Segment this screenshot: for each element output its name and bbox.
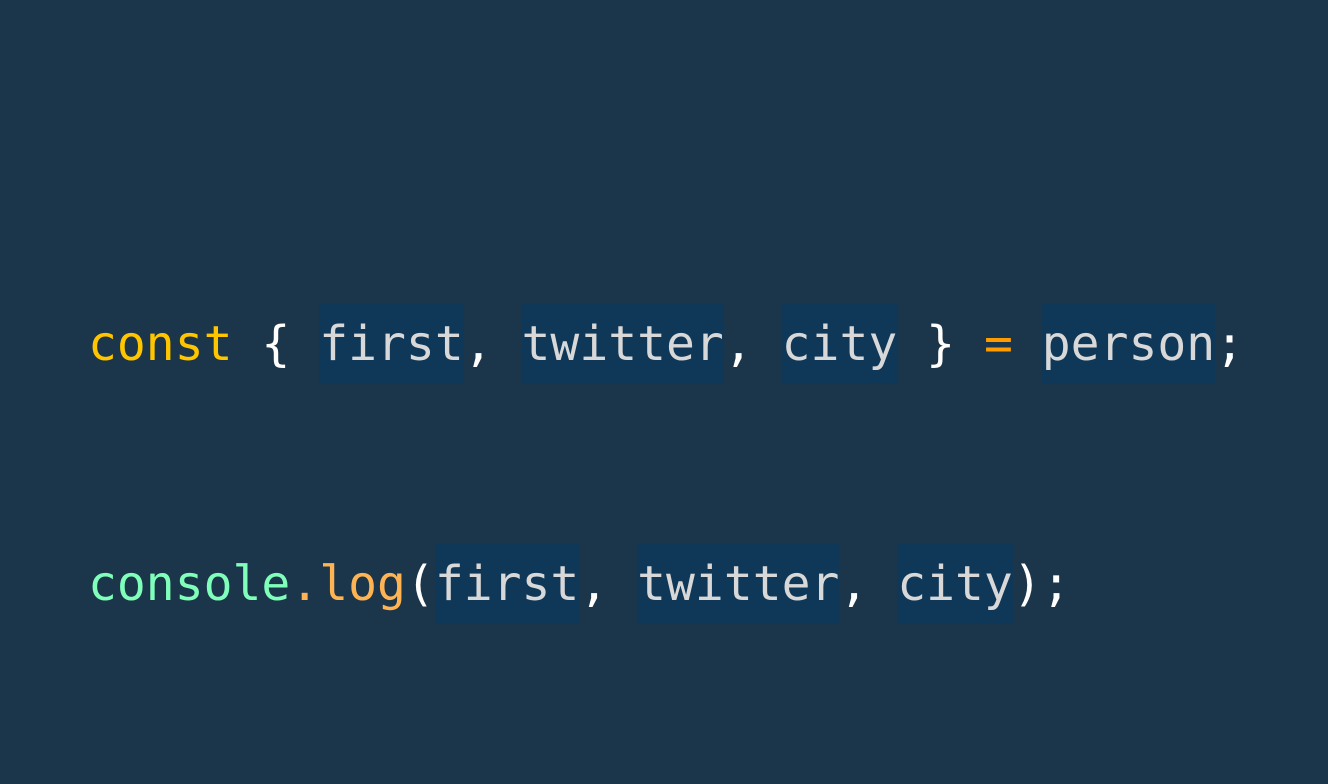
method-log: log (319, 556, 406, 612)
argument-city: city (897, 544, 1013, 624)
comma: , (839, 556, 869, 612)
semicolon: ; (1215, 316, 1245, 372)
comma: , (723, 316, 753, 372)
code-editor: const { first, twitter, city } = person;… (0, 0, 1328, 624)
comma: , (463, 316, 493, 372)
close-paren: ) (1012, 556, 1042, 612)
argument-twitter: twitter (637, 544, 840, 624)
comma: , (579, 556, 609, 612)
object-console: console (88, 556, 291, 612)
argument-first: first (434, 544, 580, 624)
open-paren: ( (405, 556, 435, 612)
code-line-2: console.log(first, twitter, city); (88, 544, 1244, 624)
code-line-1: const { first, twitter, city } = person; (88, 304, 1244, 384)
semicolon: ; (1041, 556, 1071, 612)
code-block: const { first, twitter, city } = person;… (88, 144, 1244, 784)
variable-first: first (319, 304, 464, 384)
dot-operator: . (290, 556, 320, 612)
source-object-person: person (1041, 304, 1216, 384)
open-brace: { (261, 316, 291, 372)
equals-operator: = (983, 316, 1013, 372)
variable-twitter: twitter (521, 304, 724, 384)
variable-city: city (781, 304, 898, 384)
close-brace: } (926, 316, 956, 372)
keyword-const: const (88, 316, 233, 372)
